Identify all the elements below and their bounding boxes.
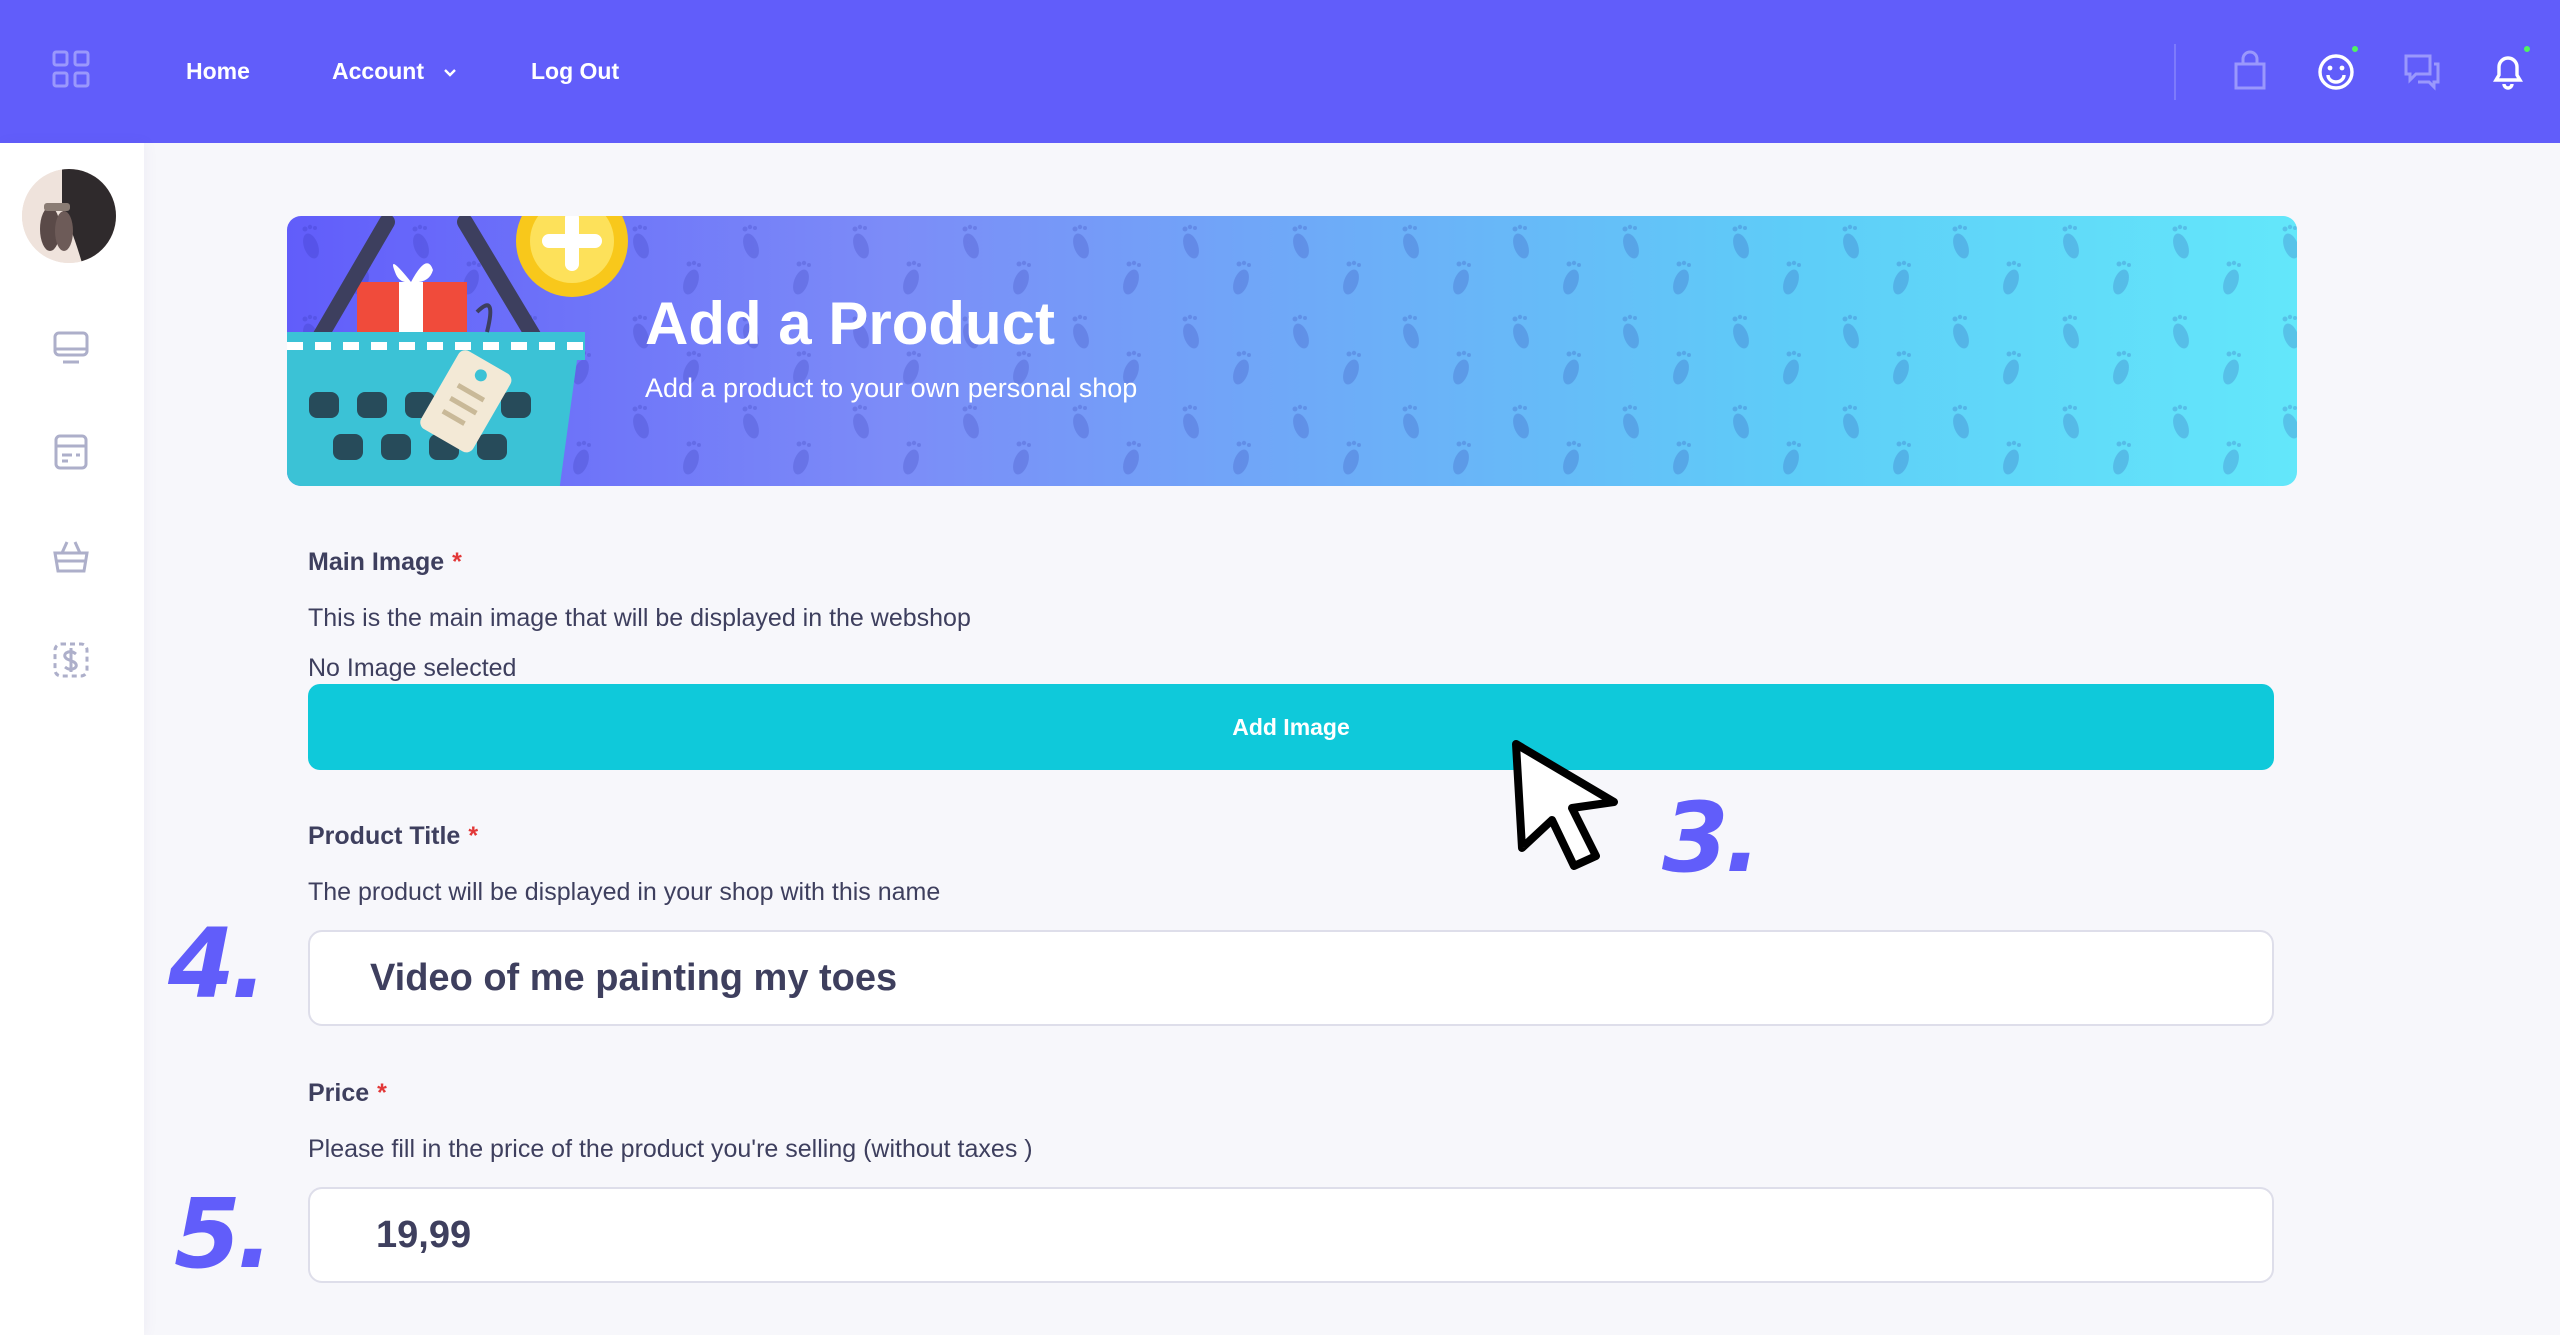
nav-account-label: Account: [332, 58, 424, 84]
bell-icon[interactable]: [2488, 50, 2528, 92]
nav-home-link[interactable]: Home: [186, 56, 250, 86]
add-product-banner: Add a Product Add a product to your own …: [287, 216, 2297, 486]
step-3-annotation: 3.: [1662, 782, 1761, 894]
page-title: Add a Product: [645, 290, 1056, 357]
basket-icon[interactable]: [52, 537, 90, 575]
card-icon[interactable]: [52, 433, 90, 471]
smiley-icon[interactable]: [2316, 50, 2356, 92]
grid-icon[interactable]: [52, 50, 90, 88]
avatar[interactable]: [22, 169, 116, 263]
product-title-label: Product Title *: [308, 820, 478, 852]
dollar-icon[interactable]: [52, 641, 90, 679]
main-image-label-text: Main Image: [308, 548, 445, 576]
messages-icon[interactable]: [2402, 50, 2442, 92]
monitor-icon[interactable]: [52, 329, 90, 367]
product-title-label-text: Product Title: [308, 822, 461, 850]
price-label: Price *: [308, 1077, 387, 1109]
shopping-bag-icon[interactable]: [2230, 50, 2270, 92]
required-marker: *: [377, 1079, 387, 1107]
image-status-text: No Image selected: [308, 654, 517, 682]
product-title-description: The product will be displayed in your sh…: [308, 878, 941, 906]
top-navigation-bar: Home Account Log Out: [0, 0, 2560, 143]
nav-logout-link[interactable]: Log Out: [531, 56, 619, 86]
required-marker: *: [452, 548, 462, 576]
mouse-cursor-icon: [1512, 740, 1618, 870]
page-subtitle: Add a product to your own personal shop: [645, 373, 1138, 403]
main-image-description: This is the main image that will be disp…: [308, 604, 971, 632]
header-divider: [2174, 44, 2176, 100]
price-label-text: Price: [308, 1079, 370, 1107]
avatar-image: [22, 169, 116, 263]
step-5-annotation: 5.: [174, 1178, 273, 1290]
chevron-down-icon: [444, 69, 457, 77]
required-marker: *: [468, 822, 479, 850]
left-sidebar: [0, 143, 144, 1335]
nav-account-menu[interactable]: Account: [332, 56, 457, 86]
plus-coin-icon: [516, 216, 628, 297]
add-image-button[interactable]: Add Image: [308, 684, 2274, 770]
step-4-annotation: 4.: [168, 908, 267, 1020]
price-input[interactable]: [308, 1187, 2274, 1283]
notification-dot: [2350, 44, 2360, 54]
main-image-label: Main Image *: [308, 546, 462, 578]
product-title-input[interactable]: [308, 930, 2274, 1026]
notification-dot: [2522, 44, 2532, 54]
price-description: Please fill in the price of the product …: [308, 1135, 1033, 1163]
